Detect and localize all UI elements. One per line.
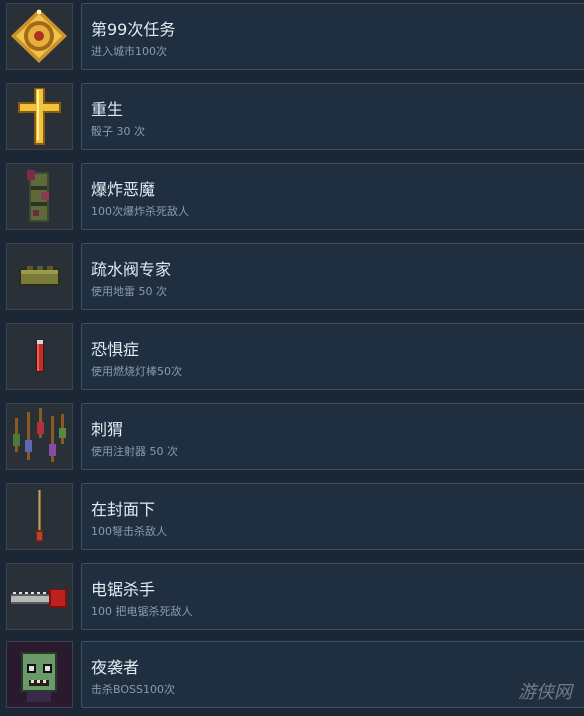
- achievement-panel: 夜袭者 击杀BOSS100次: [81, 641, 584, 708]
- achievement-title: 恐惧症: [91, 340, 140, 359]
- flare-stick-icon: [6, 323, 73, 390]
- achievement-panel: 第99次任务 进入城市100次: [81, 3, 584, 70]
- achievement-row: 第99次任务 进入城市100次: [0, 0, 584, 70]
- achievement-title: 爆炸恶魔: [91, 180, 156, 199]
- achievement-panel: 恐惧症 使用燃烧灯棒50次: [81, 323, 584, 390]
- achievement-title: 电锯杀手: [91, 580, 156, 599]
- achievement-panel: 电锯杀手 100 把电锯杀死敌人: [81, 563, 584, 630]
- achievement-panel: 疏水阀专家 使用地雷 50 次: [81, 243, 584, 310]
- achievement-desc: 使用地雷 50 次: [91, 285, 167, 298]
- chainsaw-icon: [6, 563, 73, 630]
- achievement-desc: 100弩击杀敌人: [91, 525, 167, 538]
- achievement-row: 重生 骰子 30 次: [0, 80, 584, 150]
- syringes-icon: [6, 403, 73, 470]
- achievement-title: 刺猬: [91, 420, 124, 439]
- achievement-row: 夜袭者 击杀BOSS100次: [0, 638, 584, 708]
- crossbow-bolt-icon: [6, 483, 73, 550]
- explosive-bundle-icon: [6, 163, 73, 230]
- achievement-title: 重生: [91, 100, 124, 119]
- achievement-desc: 使用注射器 50 次: [91, 445, 178, 458]
- achievement-row: 电锯杀手 100 把电锯杀死敌人: [0, 560, 584, 630]
- watermark-logo: 游侠网: [518, 682, 572, 703]
- achievement-row: 刺猬 使用注射器 50 次: [0, 400, 584, 470]
- achievement-row: 疏水阀专家 使用地雷 50 次: [0, 240, 584, 310]
- achievement-desc: 使用燃烧灯棒50次: [91, 365, 182, 378]
- achievement-desc: 100 把电锯杀死敌人: [91, 605, 193, 618]
- achievement-desc: 100次爆炸杀死敌人: [91, 205, 189, 218]
- achievement-title: 第99次任务: [91, 20, 176, 39]
- landmine-icon: [6, 243, 73, 310]
- achievement-title: 疏水阀专家: [91, 260, 172, 279]
- achievement-title: 在封面下: [91, 500, 156, 519]
- achievement-list: 第99次任务 进入城市100次 重生 骰子 30 次 爆炸恶魔 100次爆炸杀死…: [0, 0, 584, 716]
- achievement-panel: 爆炸恶魔 100次爆炸杀死敌人: [81, 163, 584, 230]
- achievement-row: 恐惧症 使用燃烧灯棒50次: [0, 320, 584, 390]
- zombie-face-icon: [6, 641, 73, 708]
- achievement-row: 爆炸恶魔 100次爆炸杀死敌人: [0, 160, 584, 230]
- achievement-panel: 在封面下 100弩击杀敌人: [81, 483, 584, 550]
- achievement-panel: 重生 骰子 30 次: [81, 83, 584, 150]
- achievement-title: 夜袭者: [91, 658, 140, 677]
- golden-cross-icon: [6, 83, 73, 150]
- golden-medallion-icon: [6, 3, 73, 70]
- achievement-desc: 进入城市100次: [91, 45, 167, 58]
- achievement-desc: 骰子 30 次: [91, 125, 145, 138]
- achievement-desc: 击杀BOSS100次: [91, 683, 175, 696]
- achievement-panel: 刺猬 使用注射器 50 次: [81, 403, 584, 470]
- achievement-row: 在封面下 100弩击杀敌人: [0, 480, 584, 550]
